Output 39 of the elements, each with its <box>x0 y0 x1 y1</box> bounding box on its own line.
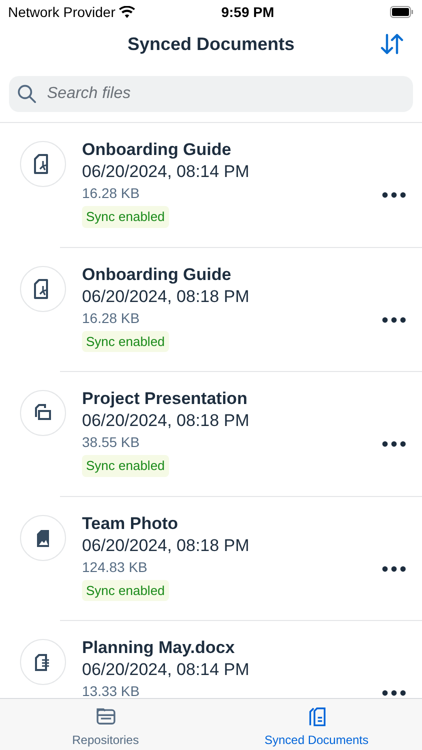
file-name: Planning May.docx <box>82 637 235 659</box>
sync-status-tag: Sync enabled <box>82 206 169 228</box>
file-list-item[interactable]: Onboarding Guide 06/20/2024, 08:18 PM 16.28 KB Sync enabled <box>0 248 422 372</box>
search-input[interactable]: Search files <box>45 81 405 107</box>
file-date: 06/20/2024, 08:18 PM <box>82 410 250 432</box>
more-icon <box>382 690 406 696</box>
sort-button[interactable] <box>380 32 404 56</box>
file-size: 16.28 KB <box>82 184 140 203</box>
file-size: 38.55 KB <box>82 433 140 452</box>
battery-icon <box>390 6 414 18</box>
wifi-icon <box>119 6 136 18</box>
more-icon <box>382 316 406 322</box>
file-list-item[interactable]: Project Presentation 06/20/2024, 08:18 PM 38.55 KB Sync enabled <box>0 372 422 496</box>
file-date: 06/20/2024, 08:14 PM <box>82 659 250 681</box>
tab-bar-item[interactable]: Synced Documents <box>211 699 422 750</box>
search-field[interactable]: Search files <box>9 76 413 112</box>
tab-bar-item[interactable]: Repositories <box>0 699 211 750</box>
carrier-name: Network Provider <box>8 2 116 22</box>
sync-status-tag: Sync enabled <box>82 330 169 352</box>
file-date: 06/20/2024, 08:14 PM <box>82 161 250 183</box>
file-name: Team Photo <box>82 512 178 534</box>
file-name: Onboarding Guide <box>82 264 232 286</box>
file-list-item[interactable]: Onboarding Guide 06/20/2024, 08:14 PM 16.28 KB Sync enabled <box>0 123 422 248</box>
more-icon <box>382 441 406 447</box>
file-size: 124.83 KB <box>82 558 148 576</box>
status-time: 9:59 PM <box>221 2 274 22</box>
file-list-item[interactable]: Team Photo 06/20/2024, 08:18 PM 124.83 KB Sync enabled <box>0 496 422 621</box>
search-icon <box>17 84 37 104</box>
file-name: Project Presentation <box>82 388 248 410</box>
file-size: 13.33 KB <box>82 682 140 698</box>
sync-status-tag: Sync enabled <box>82 455 169 476</box>
more-icon <box>382 192 406 198</box>
file-date: 06/20/2024, 08:18 PM <box>82 286 250 308</box>
file-size: 16.28 KB <box>82 308 140 328</box>
more-icon <box>382 566 406 572</box>
file-date: 06/20/2024, 08:18 PM <box>82 534 250 556</box>
page-title: Synced Documents <box>127 32 295 56</box>
sync-status-tag: Sync enabled <box>82 580 169 601</box>
file-name: Onboarding Guide <box>82 139 232 161</box>
